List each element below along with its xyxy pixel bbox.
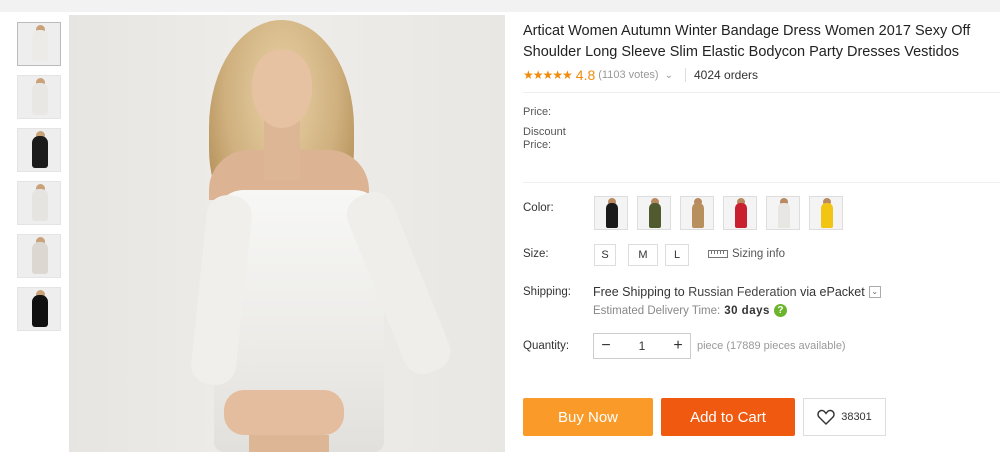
thumb-dress-shape	[32, 242, 48, 274]
add-to-cart-button[interactable]: Add to Cart	[661, 398, 795, 436]
product-title: Articat Women Autumn Winter Bandage Dres…	[523, 23, 971, 60]
ruler-icon	[708, 250, 728, 258]
shipping-method: via ePacket	[796, 285, 865, 299]
help-icon[interactable]: ?	[773, 304, 787, 317]
thumb-white-dress-3[interactable]	[17, 181, 61, 225]
discount-label-line2: Price:	[523, 139, 552, 151]
thumb-black-dress[interactable]	[17, 128, 61, 172]
size-option-s[interactable]: S	[594, 244, 616, 266]
rating-row: ★★★★★ 4.8 (1103 votes) ⌄ 4024 orders	[523, 66, 758, 84]
thumbnail-list	[10, 12, 66, 452]
heart-icon	[817, 409, 835, 425]
thumb-dress-shape	[32, 136, 48, 168]
quantity-label: Quantity:	[523, 340, 570, 352]
shipping-dropdown-icon[interactable]: ⌄	[868, 286, 881, 298]
swatch-red[interactable]	[723, 196, 757, 230]
divider	[523, 92, 1000, 93]
swatch-khaki[interactable]	[680, 196, 714, 230]
eta-value: 30 days	[724, 304, 770, 317]
swatch-yellow[interactable]	[809, 196, 843, 230]
wishlist-count: 38301	[841, 411, 872, 423]
quantity-decrease-button[interactable]: −	[594, 337, 618, 355]
thumb-dress-shape	[32, 189, 48, 221]
thumb-dress-shape	[32, 295, 48, 327]
size-option-m[interactable]: M	[628, 244, 658, 266]
swatch-black[interactable]	[594, 196, 628, 230]
discount-price-label: Discount Price:	[523, 126, 566, 152]
quantity-input[interactable]: 1	[618, 339, 666, 353]
size-label: Size:	[523, 248, 549, 260]
star-rating-icon: ★★★★★	[523, 68, 573, 82]
swatch-dress-shape	[692, 203, 704, 228]
product-page: Articat Women Autumn Winter Bandage Dres…	[0, 0, 1000, 457]
discount-label-line1: Discount	[523, 126, 566, 138]
swatch-dress-shape	[649, 203, 661, 228]
free-shipping-text: Free Shipping to	[593, 285, 689, 299]
sizing-info-label: Sizing info	[732, 248, 786, 260]
swatch-dress-shape	[606, 203, 618, 228]
divider	[523, 182, 1000, 183]
swatch-dress-shape	[821, 203, 833, 228]
sizing-info-link[interactable]: Sizing info	[708, 248, 785, 260]
model-neck	[264, 120, 300, 180]
color-label: Color:	[523, 202, 554, 214]
swatch-white[interactable]	[766, 196, 800, 230]
delivery-estimate: Estimated Delivery Time: 30 days ?	[593, 304, 787, 317]
wishlist-button[interactable]: 38301	[803, 398, 886, 436]
shipping-info: Free Shipping to Russian Federation via …	[593, 285, 881, 299]
model-face	[252, 50, 312, 128]
eta-label: Estimated Delivery Time:	[593, 304, 721, 317]
model-legs	[249, 435, 329, 452]
size-option-l[interactable]: L	[665, 244, 689, 266]
shipping-label: Shipping:	[523, 286, 571, 298]
rating-score: 4.8	[575, 67, 596, 83]
thumb-black-dress-2[interactable]	[17, 287, 61, 331]
thumb-white-dress-4[interactable]	[17, 234, 61, 278]
shipping-country[interactable]: Russian Federation	[688, 285, 796, 299]
pieces-available: piece (17889 pieces available)	[697, 340, 846, 352]
thumb-dress-shape	[32, 30, 48, 62]
model-hands	[224, 390, 344, 435]
buy-now-button[interactable]: Buy Now	[523, 398, 653, 436]
chevron-down-icon[interactable]: ⌄	[665, 70, 673, 81]
swatch-dress-shape	[735, 203, 747, 228]
product-info-panel: Articat Women Autumn Winter Bandage Dres…	[506, 12, 1000, 457]
swatch-dress-shape	[778, 203, 790, 228]
orders-count: 4024 orders	[693, 68, 759, 82]
price-label: Price:	[523, 106, 552, 118]
quantity-stepper: − 1 +	[593, 333, 691, 359]
divider	[684, 68, 686, 82]
swatch-army-green[interactable]	[637, 196, 671, 230]
thumb-white-dress-1[interactable]	[17, 22, 61, 66]
votes-link[interactable]: (1103 votes)	[598, 69, 658, 81]
quantity-increase-button[interactable]: +	[666, 337, 690, 355]
top-strip	[0, 0, 1000, 12]
thumb-white-dress-2[interactable]	[17, 75, 61, 119]
main-product-image[interactable]	[69, 15, 505, 452]
thumb-dress-shape	[32, 83, 48, 115]
